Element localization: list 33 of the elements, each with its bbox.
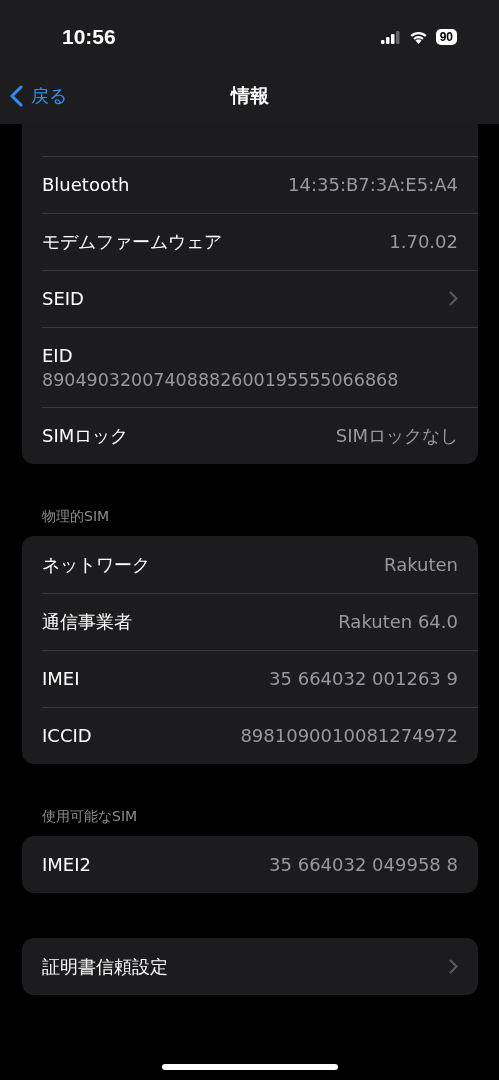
battery-level: 90	[435, 29, 457, 45]
status-time: 10:56	[62, 25, 116, 49]
wifi-icon	[408, 30, 428, 44]
row-label: SEID	[42, 288, 84, 309]
section-header: 物理的SIM	[41, 507, 111, 526]
row-label: ネットワーク	[42, 552, 150, 577]
row-value: Rakuten 64.0	[338, 611, 458, 632]
settings-row[interactable]: 証明書信頼設定	[22, 938, 478, 995]
back-chevron-icon	[10, 85, 23, 107]
row-label: 証明書信頼設定	[42, 954, 168, 979]
row-label: Bluetooth	[42, 174, 130, 195]
section-header: 使用可能なSIM	[41, 807, 139, 826]
row-label: モデムファームウェア	[42, 229, 222, 254]
row-value: 14:35:B7:3A:E5:A4	[288, 174, 458, 195]
row-label: IMEI2	[42, 854, 91, 875]
signal-icon	[380, 30, 401, 44]
row-label: ICCID	[42, 725, 92, 746]
row-value: 89049032007408882600195555066868	[42, 369, 399, 390]
chevron-icon	[449, 291, 458, 306]
row-label: SIMロック	[42, 423, 129, 448]
row-value: 1.70.02	[389, 231, 458, 252]
row-value: 35 664032 049958 8	[269, 854, 458, 875]
row-label: EID	[42, 344, 73, 366]
row-value: 35 664032 001263 9	[269, 668, 458, 689]
row-value: SIMロックなし	[335, 423, 458, 448]
row-value: 8981090010081274972	[240, 725, 458, 746]
page-title: 情報	[230, 83, 269, 108]
chevron-icon	[449, 959, 458, 974]
settings-row[interactable]: SEID	[22, 270, 478, 327]
row-value: Rakuten	[384, 554, 458, 575]
row-label: 通信事業者	[42, 609, 132, 634]
row-label: IMEI	[42, 668, 80, 689]
back-button[interactable]: 戻る	[10, 74, 67, 118]
